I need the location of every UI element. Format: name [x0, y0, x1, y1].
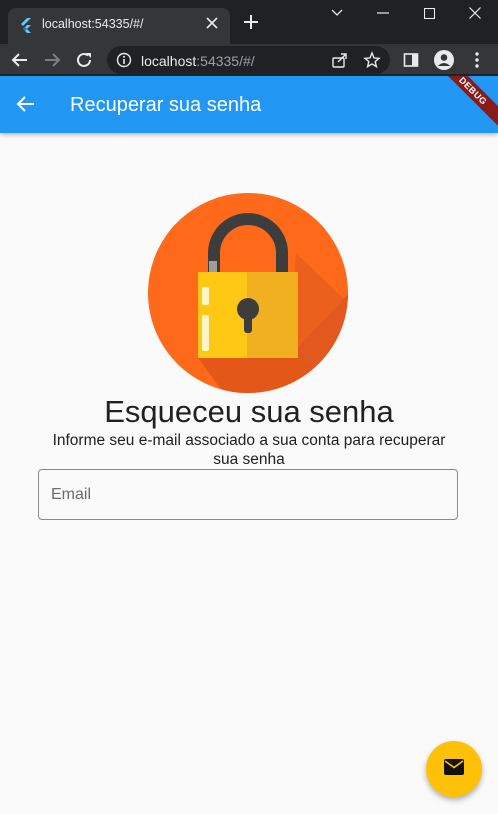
mail-icon — [443, 758, 465, 781]
info-icon[interactable] — [116, 52, 132, 68]
email-field[interactable] — [38, 469, 458, 520]
flutter-icon — [18, 17, 34, 33]
arrow-back-icon[interactable] — [14, 92, 38, 116]
profile-icon[interactable] — [432, 48, 456, 72]
share-icon[interactable] — [331, 51, 349, 69]
tab-strip: localhost:54335/#/ — [0, 0, 498, 44]
side-panel-icon[interactable] — [399, 48, 423, 72]
browser-tab[interactable]: localhost:54335/#/ — [8, 8, 230, 44]
back-arrow-icon[interactable] — [8, 48, 32, 72]
padlock-icon — [148, 193, 348, 393]
reload-icon[interactable] — [72, 48, 96, 72]
email-input[interactable] — [39, 470, 457, 519]
description-text: Informe seu e-mail associado a sua conta… — [52, 432, 446, 468]
browser-window: localhost:54335/#/ localhost:54335/#/ Re… — [0, 0, 498, 814]
star-icon[interactable] — [363, 51, 381, 69]
maximize-icon[interactable] — [406, 0, 452, 26]
tab-title: localhost:54335/#/ — [42, 17, 144, 31]
url-path: :54335/#/ — [196, 53, 255, 69]
forward-arrow-icon[interactable] — [40, 48, 64, 72]
plus-icon[interactable] — [240, 11, 262, 33]
page-title: Recuperar sua senha — [70, 94, 262, 116]
menu-dots-icon[interactable] — [465, 48, 489, 72]
url-host: localhost — [141, 53, 197, 69]
minimize-icon[interactable] — [360, 0, 406, 26]
chevron-down-icon[interactable] — [314, 0, 360, 26]
url-text: localhost:54335/#/ — [141, 53, 255, 69]
address-bar[interactable]: localhost:54335/#/ — [107, 46, 390, 74]
close-icon[interactable] — [452, 0, 498, 26]
app-viewport: Recuperar sua senha DEBUG Esqueceu sua s… — [0, 76, 498, 814]
close-icon[interactable] — [202, 14, 222, 34]
heading: Esqueceu sua senha — [104, 394, 394, 429]
app-bar: Recuperar sua senha DEBUG — [0, 76, 498, 133]
debug-banner: DEBUG — [436, 76, 498, 128]
browser-toolbar: localhost:54335/#/ — [0, 44, 498, 74]
send-email-button[interactable] — [426, 741, 482, 797]
